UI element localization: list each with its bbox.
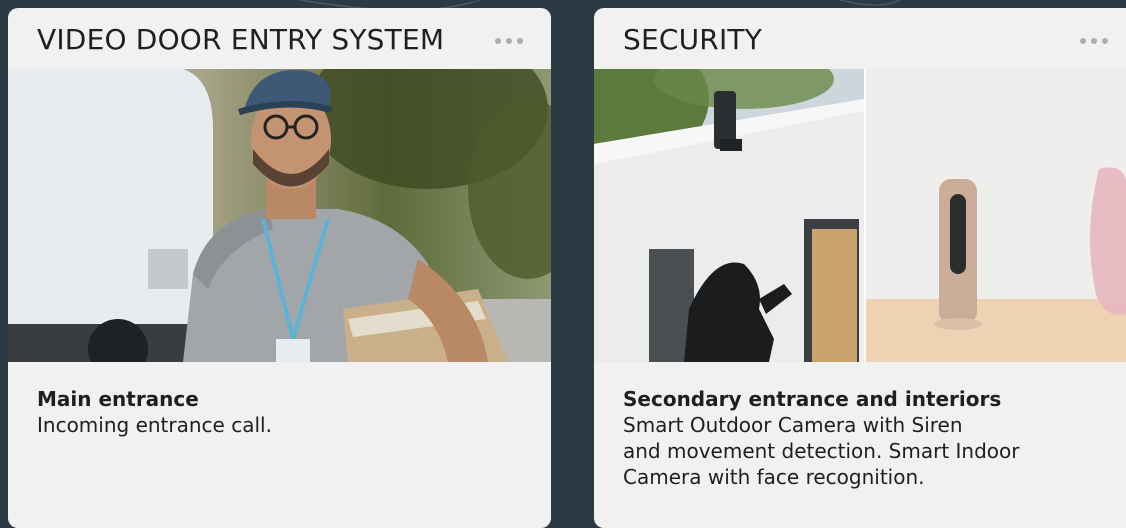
card-text: Secondary entrance and interiors Smart O… [623, 386, 1020, 490]
card-text: Main entrance Incoming entrance call. [37, 386, 272, 438]
card-description-line: and movement detection. Smart Indoor [623, 439, 1020, 463]
video-door-entry-card[interactable]: VIDEO DOOR ENTRY SYSTEM Main entrance In… [8, 8, 551, 528]
card-header: VIDEO DOOR ENTRY SYSTEM [8, 8, 551, 69]
security-cameras-photo [594, 69, 1126, 362]
card-description-line: Smart Outdoor Camera with Siren [623, 413, 963, 437]
card-subtitle: Main entrance [37, 387, 199, 411]
security-card[interactable]: SECURITY Secondary entrance and interior… [594, 8, 1126, 528]
delivery-person-photo [8, 69, 551, 362]
more-options-icon[interactable] [1080, 38, 1108, 44]
card-title: SECURITY [623, 23, 763, 56]
card-title: VIDEO DOOR ENTRY SYSTEM [37, 23, 445, 56]
more-options-icon[interactable] [495, 38, 523, 44]
card-description-line: Camera with face recognition. [623, 465, 925, 489]
card-subtitle: Secondary entrance and interiors [623, 387, 1002, 411]
card-description-line: Incoming entrance call. [37, 413, 272, 437]
card-header: SECURITY [594, 8, 1126, 69]
